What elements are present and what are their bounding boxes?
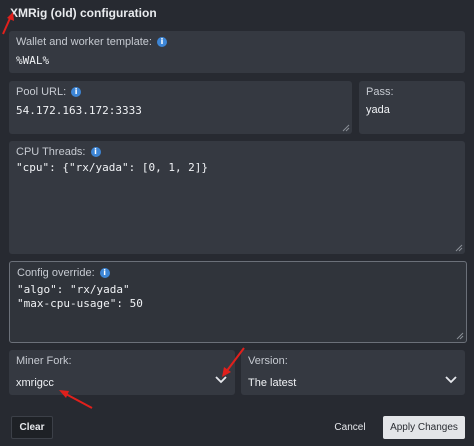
config-override-line-1: "algo": "rx/yada" [17,283,130,296]
version-value: The latest [248,377,297,389]
cpu-threads-field[interactable]: CPU Threads: i "cpu": {"rx/yada": [0, 1,… [9,141,465,254]
info-icon[interactable]: i [156,37,167,47]
wallet-value: %WAL% [16,54,50,67]
info-icon[interactable]: i [99,268,110,278]
pass-field[interactable]: Pass: yada [359,81,465,134]
wallet-label: Wallet and worker template: [16,36,152,48]
config-override-field[interactable]: Config override: i "algo": "rx/yada" "ma… [9,261,467,343]
apply-changes-button[interactable]: Apply Changes [383,416,465,439]
configuration-dialog: XMRig (old) configuration Wallet and wor… [0,0,474,446]
info-icon[interactable]: i [90,147,101,157]
cpu-threads-label: CPU Threads: [16,146,86,158]
miner-fork-value: xmrigcc [16,377,54,389]
pool-url-value: 54.172.163.172:3333 [16,104,142,117]
chevron-down-icon[interactable] [215,376,227,384]
clear-button[interactable]: Clear [11,416,53,439]
version-select[interactable]: Version: The latest [241,350,465,395]
pass-value: yada [366,104,390,116]
version-label: Version: [248,355,288,367]
dialog-title: XMRig (old) configuration [10,6,157,20]
pool-url-label: Pool URL: [16,86,67,98]
resize-handle-icon[interactable] [456,332,464,340]
cpu-threads-label-row: CPU Threads: i [16,146,101,158]
wallet-field-label-row: Wallet and worker template: i [16,36,167,48]
pool-url-label-row: Pool URL: i [16,86,82,98]
pool-url-field[interactable]: Pool URL: i 54.172.163.172:3333 [9,81,352,134]
chevron-down-icon[interactable] [445,376,457,384]
miner-fork-select[interactable]: Miner Fork: xmrigcc [9,350,235,395]
miner-fork-label: Miner Fork: [16,355,72,367]
config-override-label-row: Config override: i [17,267,110,279]
resize-handle-icon[interactable] [455,244,463,252]
pass-label: Pass: [366,86,394,98]
cpu-threads-value: "cpu": {"rx/yada": [0, 1, 2]} [16,161,209,174]
info-icon[interactable]: i [71,87,82,97]
config-override-line-2: "max-cpu-usage": 50 [17,297,143,310]
config-override-label: Config override: [17,267,95,279]
wallet-field[interactable]: Wallet and worker template: i %WAL% [9,31,465,73]
cancel-button[interactable]: Cancel [330,416,370,439]
resize-handle-icon[interactable] [342,124,350,132]
